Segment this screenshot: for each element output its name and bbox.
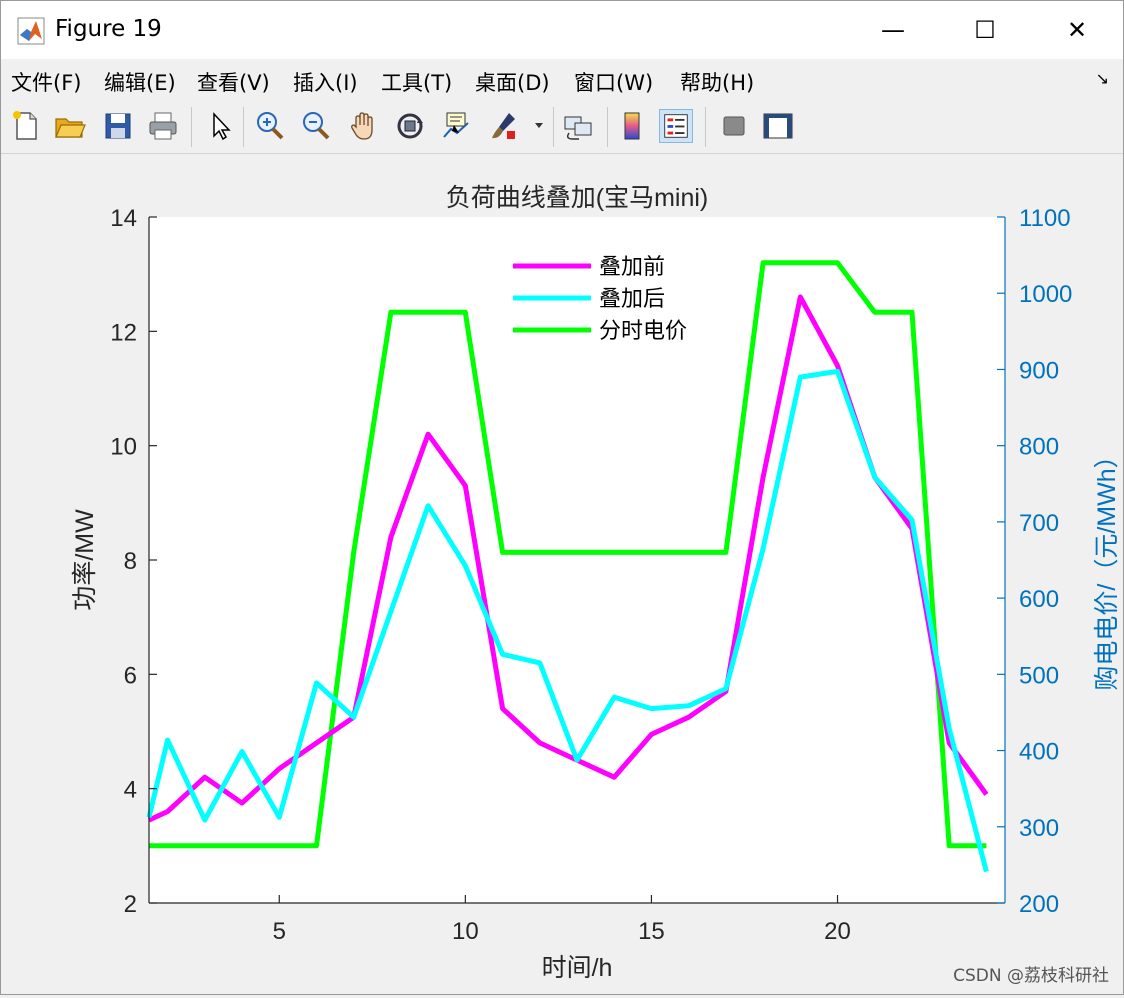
pointer-icon[interactable] — [203, 109, 237, 143]
zoom-in-icon[interactable] — [253, 109, 287, 143]
chart-title: 负荷曲线叠加(宝马mini) — [446, 184, 709, 212]
menu-edit[interactable]: 编辑(E) — [104, 67, 176, 97]
y-axis-label: 功率/MW — [71, 509, 99, 611]
menu-insert[interactable]: 插入(I) — [293, 67, 358, 97]
save-icon[interactable] — [101, 109, 135, 143]
link-plot-icon[interactable] — [561, 109, 595, 143]
pan-hand-icon[interactable] — [347, 109, 381, 143]
figure-canvas: 5 10 15 20 2 4 6 8 10 12 14 200 300 400 500 600 700 800 90… — [1, 154, 1123, 994]
y-tick-label: 12 — [110, 319, 137, 346]
menu-bar: 文件(F) 编辑(E) 查看(V) 插入(I) 工具(T) 桌面(D) 窗口(W… — [1, 59, 1123, 99]
y-tick-label: 8 — [124, 548, 137, 575]
toolbar-dock-arrow-icon[interactable]: ↘ — [1096, 69, 1109, 88]
print-icon[interactable] — [146, 109, 180, 143]
x-tick-label: 20 — [824, 918, 851, 945]
open-folder-icon[interactable] — [53, 109, 87, 143]
menu-tools[interactable]: 工具(T) — [381, 67, 452, 97]
menu-window[interactable]: 窗口(W) — [574, 67, 653, 97]
legend-label: 叠加前 — [599, 254, 665, 279]
toolbar-separator — [705, 107, 706, 147]
menu-desktop[interactable]: 桌面(D) — [475, 67, 550, 97]
y-tick-label: 6 — [124, 662, 137, 689]
menu-view[interactable]: 查看(V) — [197, 67, 270, 97]
chevron-down-icon[interactable] — [533, 119, 545, 131]
x-tick-label: 5 — [273, 918, 286, 945]
y2-tick-label: 900 — [1019, 357, 1059, 384]
minimize-button[interactable]: — — [847, 1, 939, 59]
data-cursor-icon[interactable] — [439, 109, 473, 143]
colorbar-icon[interactable] — [615, 109, 649, 143]
window-title: Figure 19 — [55, 16, 162, 42]
y2-tick-label: 600 — [1019, 586, 1059, 613]
toolbar-separator — [243, 107, 244, 147]
toolbar-separator — [553, 107, 554, 147]
menu-file[interactable]: 文件(F) — [11, 67, 81, 97]
show-plot-tools-icon[interactable] — [761, 109, 795, 143]
y2-tick-label: 700 — [1019, 510, 1059, 537]
figure-window: Figure 19 — ☐ ✕ 文件(F) 编辑(E) 查看(V) 插入(I) … — [0, 0, 1124, 995]
toolbar-separator — [191, 107, 192, 147]
y-tick-label: 10 — [110, 434, 137, 461]
brush-icon[interactable] — [487, 109, 521, 143]
hide-plot-tools-icon[interactable] — [717, 109, 751, 143]
chart-svg[interactable]: 5 10 15 20 2 4 6 8 10 12 14 200 300 400 500 600 700 800 90… — [1, 154, 1123, 994]
legend-label: 分时电价 — [599, 318, 687, 343]
y2-tick-label: 400 — [1019, 739, 1059, 766]
y2-tick-label: 500 — [1019, 662, 1059, 689]
maximize-button[interactable]: ☐ — [939, 1, 1031, 59]
y2-tick-label: 200 — [1019, 891, 1059, 918]
toolbar-separator — [607, 107, 608, 147]
y-tick-label: 2 — [124, 891, 137, 918]
menu-help[interactable]: 帮助(H) — [680, 67, 754, 97]
rotate-3d-icon[interactable] — [393, 109, 427, 143]
new-file-icon[interactable] — [9, 109, 43, 143]
y-tick-label: 4 — [124, 777, 137, 804]
close-button[interactable]: ✕ — [1031, 1, 1123, 59]
y2-axis-label: 购电电价/（元/MWh） — [1093, 443, 1121, 690]
x-tick-label: 15 — [638, 918, 665, 945]
matlab-logo-icon — [17, 17, 45, 45]
x-tick-label: 10 — [452, 918, 479, 945]
legend-label: 叠加后 — [599, 286, 665, 311]
y2-tick-label: 300 — [1019, 815, 1059, 842]
zoom-out-icon[interactable] — [299, 109, 333, 143]
y2-tick-label: 1000 — [1019, 281, 1072, 308]
plot-area — [149, 217, 1005, 903]
x-axis-label: 时间/h — [542, 954, 613, 982]
y2-tick-label: 1100 — [1019, 205, 1071, 232]
title-bar: Figure 19 — ☐ ✕ — [1, 1, 1123, 59]
legend-icon[interactable] — [659, 109, 693, 143]
watermark: CSDN @荔枝科研社 — [953, 966, 1109, 986]
figure-toolbar — [1, 99, 1123, 154]
y2-tick-label: 800 — [1019, 434, 1059, 461]
y-tick-label: 14 — [110, 205, 137, 232]
